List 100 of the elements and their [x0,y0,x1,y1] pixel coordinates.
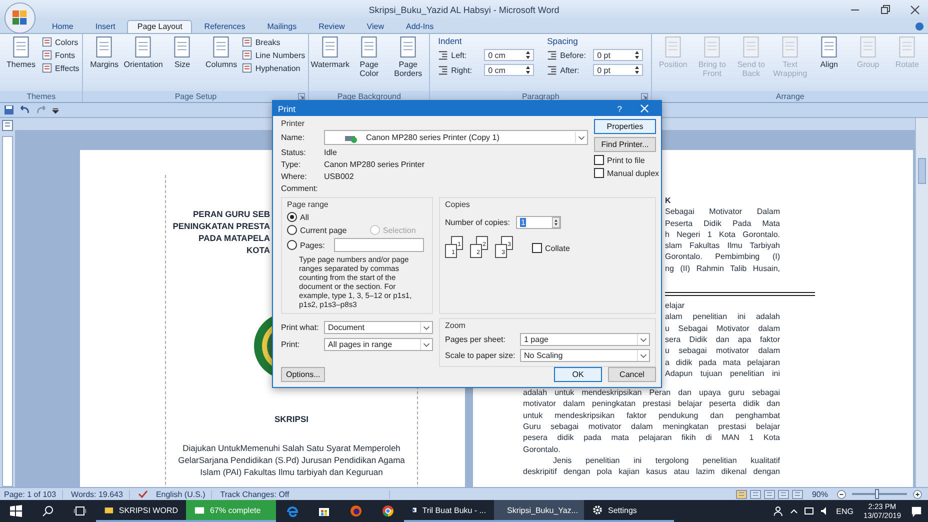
view-mode-icon[interactable] [778,490,789,498]
undo-icon[interactable] [20,105,30,115]
checkbox[interactable] [594,155,604,165]
zoom-out-icon[interactable] [837,490,846,498]
cancel-button[interactable]: Cancel [608,367,656,382]
ribbon-button[interactable]: Breaks [242,37,306,47]
customize-icon[interactable] [52,106,59,114]
field-label: Print: [281,340,301,349]
ribbon-tab[interactable]: Add-Ins [396,20,444,33]
checkbox[interactable] [594,168,604,178]
document-text-line: u sebagai motivator dalam [665,345,780,357]
status-text[interactable]: Page: 1 of 103 [4,490,64,498]
dropdown[interactable]: All pages in range [324,338,433,351]
page-icon [897,36,918,58]
ribbon-button[interactable]: Fonts [42,50,80,60]
copies-spin-field[interactable]: 1 [516,216,561,229]
zoom-in-icon[interactable] [913,490,922,498]
field-label: Before: [560,50,587,60]
spin-field[interactable]: 0 pt [593,64,644,76]
view-mode-icon[interactable] [792,490,803,498]
launcher-icon[interactable] [298,93,306,100]
ribbon-tab[interactable]: Insert [85,20,126,33]
view-mode-icon[interactable] [750,490,761,498]
status-text[interactable]: Track Changes: Off [220,490,390,498]
spinner-icon[interactable] [525,65,532,75]
caret-icon[interactable] [575,132,587,143]
ribbon-tab[interactable]: Page Layout [127,20,192,33]
ok-button[interactable]: OK [554,367,602,382]
spinner-icon[interactable] [525,50,532,60]
ribbon-button[interactable]: Themes [3,36,39,69]
chevron-up-icon[interactable] [790,507,798,515]
ribbon-button[interactable]: Colors [42,37,80,47]
document-text-line: Adapun tujuan penelitian ini [665,368,780,380]
ribbon-button[interactable]: Margins [86,36,122,69]
ribbon-button[interactable]: Align [811,36,848,69]
section-heading: Spacing [547,36,579,46]
options-button[interactable]: Options... [281,367,326,382]
ribbon-button[interactable]: Hyphenation [242,63,306,73]
group-label: Paragraph [522,92,560,101]
network-icon[interactable] [804,506,814,516]
page-icon [94,36,114,58]
launcher-icon[interactable] [641,93,648,100]
dropdown[interactable]: Document [324,321,433,334]
view-mode-icon[interactable] [764,490,775,498]
field-label: Left: [451,50,468,60]
radio-button[interactable] [287,225,297,235]
restore-icon[interactable] [880,5,890,15]
field-value: Canon MP280 series Printer [324,160,424,168]
language-indicator[interactable]: ENG [836,506,854,516]
zoom-level[interactable]: 90% [812,490,828,498]
scrollbar[interactable] [915,118,928,487]
ruler-toggle-icon[interactable] [2,120,13,131]
ribbon-button[interactable]: Page Color [351,36,388,78]
spin-field[interactable]: 0 cm [484,49,534,61]
ribbon-tab[interactable]: Review [308,20,355,33]
ribbon-button[interactable]: Columns [203,36,240,69]
dialog-button[interactable]: Properties [594,119,656,134]
spinner-icon[interactable] [634,50,640,60]
notification-icon[interactable] [911,506,922,516]
caret-icon[interactable] [420,339,432,350]
ribbon-tab[interactable]: View [356,20,394,33]
page-icon [242,50,252,60]
caret-icon[interactable] [637,334,649,345]
ribbon-button[interactable]: Page Borders [390,36,426,78]
dropdown[interactable]: No Scaling [520,349,650,362]
ribbon-tab[interactable]: Home [42,20,84,33]
slider-thumb[interactable] [874,489,879,499]
caret-icon[interactable] [420,322,432,333]
status-text[interactable]: Words: 19.643 [71,490,130,498]
status-text[interactable]: English (U.S.) [156,490,212,498]
window-title: Skripsi_Buku_Yazid AL Habsyi - Microsoft Word [368,5,560,15]
taskbar-button[interactable]: Skripsi_Buku_Yaz... [494,500,584,522]
document-text-line: ng (II) Rahmin Talib Husain, [665,262,780,274]
pages-input-field[interactable] [334,238,424,252]
ribbon-tab[interactable]: References [194,20,256,33]
document-text-line: alam penelitian ini adalah [665,311,780,323]
radio-button[interactable] [287,240,297,250]
ribbon-button[interactable]: Effects [42,63,80,73]
dialog-button[interactable]: Find Printer... [594,137,656,152]
ribbon-button[interactable]: Size [164,36,200,69]
ribbon-button[interactable]: Orientation [125,36,162,69]
dropdown[interactable]: 1 page [520,333,650,346]
save-icon[interactable] [4,105,14,115]
ribbon-button[interactable]: Line Numbers [242,50,306,60]
page-icon [320,36,340,58]
spin-field[interactable]: 0 pt [593,49,644,61]
ribbon-tab[interactable]: Mailings [257,20,307,33]
radio-button[interactable] [287,212,297,222]
ribbon-button[interactable]: Watermark [312,36,348,69]
checkbox[interactable] [532,243,542,253]
proofing-icon[interactable] [138,489,148,499]
printer-dropdown[interactable]: Canon MP280 series Printer (Copy 1) [324,130,588,145]
spinner-icon[interactable] [634,65,640,75]
spinner-icon[interactable] [552,217,560,228]
spin-field[interactable]: 0 cm [484,64,534,76]
taskbar-button[interactable]: Settings [584,500,674,522]
caret-icon[interactable] [637,350,649,361]
people-icon[interactable] [774,506,784,516]
help-button[interactable]: ? [613,104,626,114]
close-icon[interactable] [910,5,920,15]
